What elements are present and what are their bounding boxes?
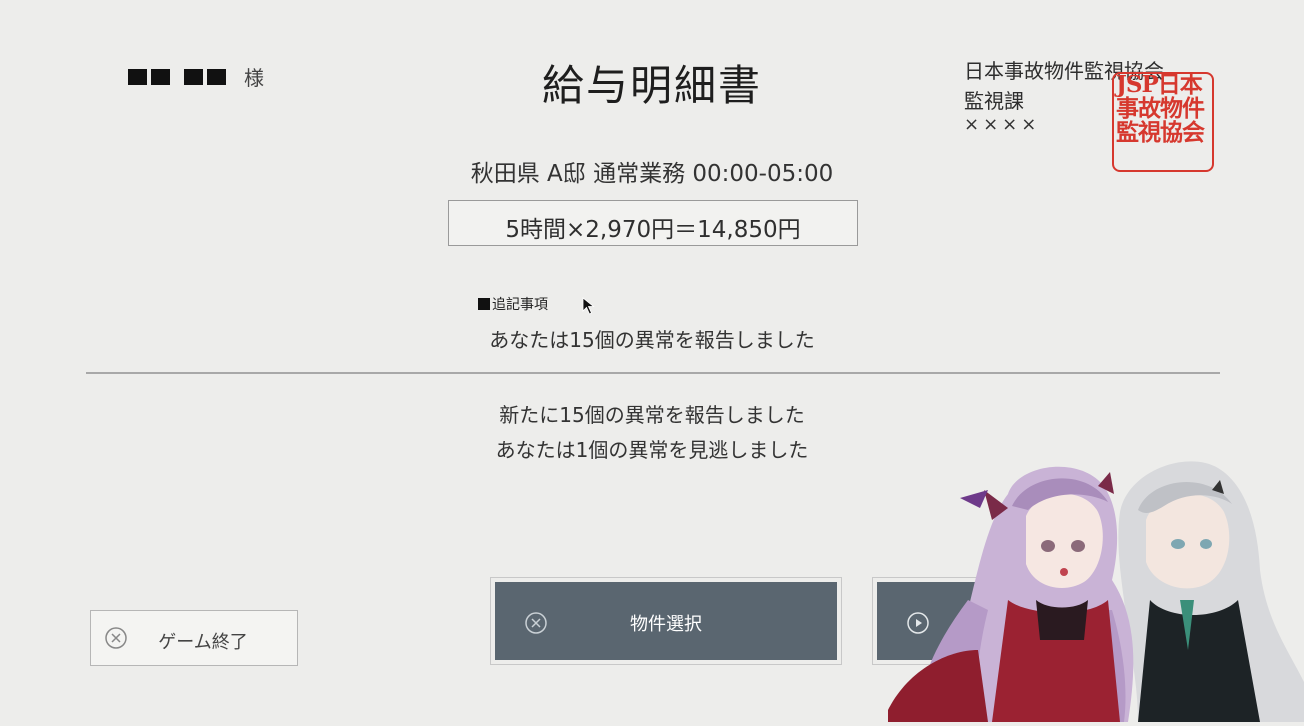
character-avatars-illustration [888,450,1304,722]
wage-calculation-box: 5時間×2,970円＝14,850円 [448,200,858,246]
notes-reported-count: あなたは15個の異常を報告しました [489,328,815,352]
result-new-reports: 新たに15個の異常を報告しました [499,403,805,427]
property-select-button-frame: 物件選択 [490,577,842,665]
wage-calculation: 5時間×2,970円＝14,850円 [505,217,801,243]
shift-description: 秋田県 A邸 通常業務 00:00-05:00 [470,161,834,187]
property-select-label: 物件選択 [630,614,702,635]
notes-heading-label: 追記事項 [492,297,548,313]
seal-lettering: JSP日本事故物件監視協会 [1116,71,1205,146]
notes-heading: 追記事項 [478,294,548,314]
purple-haired-character [888,466,1134,722]
silver-haired-character [1118,461,1304,722]
exit-game-label: ゲーム終了 [158,632,248,653]
square-bullet-icon [478,298,490,310]
exit-game-button[interactable]: ゲーム終了 [90,610,298,666]
property-select-button[interactable]: 物件選択 [495,582,837,660]
section-divider [86,372,1220,374]
